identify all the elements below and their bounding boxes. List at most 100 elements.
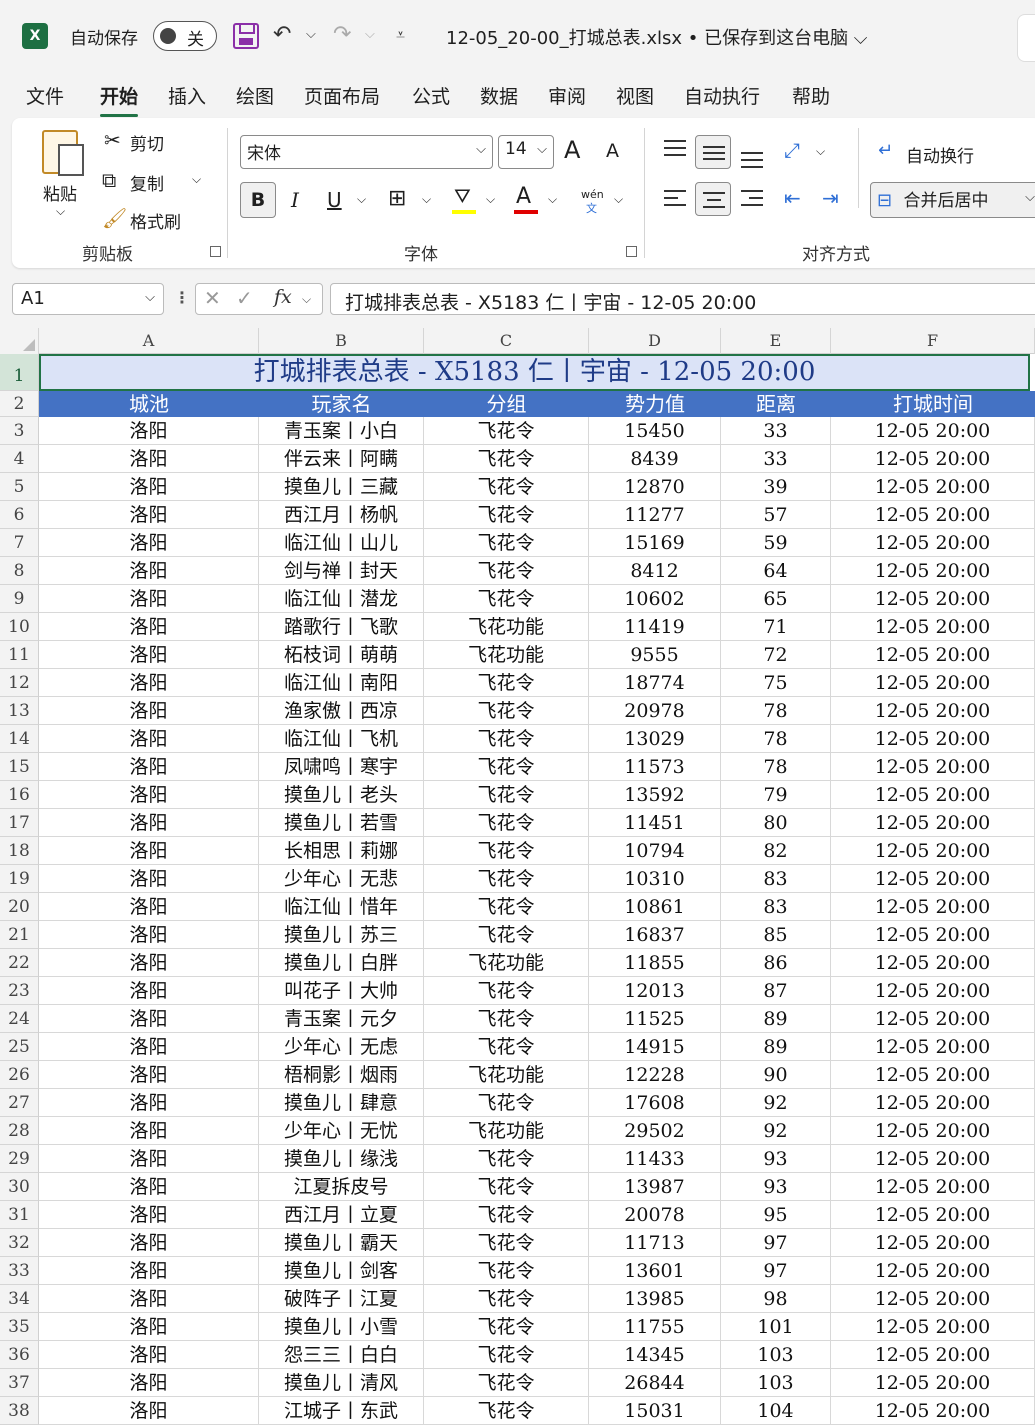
cell-city[interactable]: 洛阳	[39, 641, 259, 669]
tab-formulas[interactable]: 公式	[412, 82, 450, 109]
cell-power[interactable]: 12013	[589, 977, 721, 1005]
cell-city[interactable]: 洛阳	[39, 725, 259, 753]
cell-player[interactable]: 踏歌行丨飞歌	[259, 613, 424, 641]
header-cell-distance[interactable]: 距离	[721, 391, 831, 417]
cell-power[interactable]: 13985	[589, 1285, 721, 1313]
cell-player[interactable]: 少年心丨无虑	[259, 1033, 424, 1061]
row-header[interactable]: 26	[0, 1061, 39, 1089]
cell-time[interactable]: 12-05 20:00	[831, 1005, 1035, 1033]
cell-power[interactable]: 11419	[589, 613, 721, 641]
cell-city[interactable]: 洛阳	[39, 1033, 259, 1061]
cell-time[interactable]: 12-05 20:00	[831, 1257, 1035, 1285]
row-header[interactable]: 32	[0, 1229, 39, 1257]
undo-dropdown-icon[interactable]: ⌵	[306, 20, 316, 50]
cell-power[interactable]: 11855	[589, 949, 721, 977]
column-header-a[interactable]: A	[39, 328, 259, 354]
cell-distance[interactable]: 104	[721, 1397, 831, 1425]
cell-city[interactable]: 洛阳	[39, 1313, 259, 1341]
spreadsheet-grid[interactable]: ABCDEF 打城排表总表 - X5183 仁丨宇宙 - 12-05 20:00…	[0, 328, 1035, 1428]
cell-city[interactable]: 洛阳	[39, 1089, 259, 1117]
cell-player[interactable]: 伴云来丨阿瞒	[259, 445, 424, 473]
cell-power[interactable]: 13601	[589, 1257, 721, 1285]
cell-distance[interactable]: 39	[721, 473, 831, 501]
row-header[interactable]: 29	[0, 1145, 39, 1173]
cell-time[interactable]: 12-05 20:00	[831, 977, 1035, 1005]
cell-time[interactable]: 12-05 20:00	[831, 1117, 1035, 1145]
header-cell-city[interactable]: 城池	[39, 391, 259, 417]
scissors-icon[interactable]: ✂	[104, 128, 121, 152]
italic-button[interactable]: I	[291, 188, 299, 212]
cell-group[interactable]: 飞花令	[424, 1369, 589, 1397]
cell-group[interactable]: 飞花令	[424, 1005, 589, 1033]
format-painter-icon[interactable]: 🖌	[102, 206, 127, 230]
column-header-c[interactable]: C	[424, 328, 589, 354]
cell-time[interactable]: 12-05 20:00	[831, 417, 1035, 445]
row-header[interactable]: 3	[0, 417, 39, 445]
cell-group[interactable]: 飞花令	[424, 501, 589, 529]
align-center-icon[interactable]	[695, 182, 731, 216]
cell-time[interactable]: 12-05 20:00	[831, 1229, 1035, 1257]
confirm-icon[interactable]: ✓	[236, 286, 253, 310]
cell-city[interactable]: 洛阳	[39, 417, 259, 445]
cell-group[interactable]: 飞花令	[424, 1201, 589, 1229]
cell-player[interactable]: 西江月丨立夏	[259, 1201, 424, 1229]
phonetic-dropdown-icon[interactable]: ⌵	[614, 192, 623, 207]
cell-time[interactable]: 12-05 20:00	[831, 1061, 1035, 1089]
cell-distance[interactable]: 83	[721, 865, 831, 893]
cell-player[interactable]: 摸鱼儿丨小雪	[259, 1313, 424, 1341]
cell-city[interactable]: 洛阳	[39, 1285, 259, 1313]
wrap-text-button[interactable]: 自动换行	[906, 142, 974, 167]
cell-distance[interactable]: 92	[721, 1117, 831, 1145]
cell-distance[interactable]: 101	[721, 1313, 831, 1341]
cell-distance[interactable]: 89	[721, 1005, 831, 1033]
cell-group[interactable]: 飞花令	[424, 445, 589, 473]
align-right-icon[interactable]	[741, 190, 763, 210]
cell-player[interactable]: 叫花子丨大帅	[259, 977, 424, 1005]
customize-toolbar-icon[interactable]: ⩡	[396, 20, 405, 50]
cell-player[interactable]: 江城子丨东武	[259, 1397, 424, 1425]
insert-function-icon[interactable]: fx	[274, 286, 292, 308]
redo-icon[interactable]: ↷	[333, 20, 351, 50]
align-left-icon[interactable]	[664, 190, 686, 210]
cell-group[interactable]: 飞花令	[424, 669, 589, 697]
cell-group[interactable]: 飞花令	[424, 1229, 589, 1257]
cell-distance[interactable]: 33	[721, 445, 831, 473]
paste-icon[interactable]	[42, 130, 84, 176]
row-header[interactable]: 30	[0, 1173, 39, 1201]
cell-player[interactable]: 江夏拆皮号	[259, 1173, 424, 1201]
cell-power[interactable]: 14915	[589, 1033, 721, 1061]
header-cell-power[interactable]: 势力值	[589, 391, 721, 417]
cell-group[interactable]: 飞花令	[424, 417, 589, 445]
align-bottom-icon[interactable]	[741, 148, 763, 168]
cell-group[interactable]: 飞花功能	[424, 641, 589, 669]
cell-city[interactable]: 洛阳	[39, 1369, 259, 1397]
underline-button[interactable]: U	[327, 188, 342, 212]
cell-distance[interactable]: 78	[721, 725, 831, 753]
cell-player[interactable]: 渔家傲丨西凉	[259, 697, 424, 725]
autosave-toggle[interactable]: 关	[153, 21, 217, 51]
cell-power[interactable]: 8412	[589, 557, 721, 585]
grow-font-icon[interactable]: A	[564, 136, 580, 164]
cell-player[interactable]: 剑与禅丨封天	[259, 557, 424, 585]
cell-power[interactable]: 15450	[589, 417, 721, 445]
cell-player[interactable]: 摸鱼儿丨若雪	[259, 809, 424, 837]
cell-group[interactable]: 飞花令	[424, 1285, 589, 1313]
cell-group[interactable]: 飞花令	[424, 529, 589, 557]
cell-power[interactable]: 11755	[589, 1313, 721, 1341]
row-header[interactable]: 31	[0, 1201, 39, 1229]
cell-distance[interactable]: 86	[721, 949, 831, 977]
cell-group[interactable]: 飞花令	[424, 893, 589, 921]
cell-distance[interactable]: 97	[721, 1257, 831, 1285]
row-header[interactable]: 6	[0, 501, 39, 529]
cell-group[interactable]: 飞花令	[424, 585, 589, 613]
tab-view[interactable]: 视图	[616, 82, 654, 109]
cell-player[interactable]: 青玉案丨元夕	[259, 1005, 424, 1033]
cell-power[interactable]: 12870	[589, 473, 721, 501]
cell-city[interactable]: 洛阳	[39, 1341, 259, 1369]
cell-group[interactable]: 飞花令	[424, 921, 589, 949]
cell-time[interactable]: 12-05 20:00	[831, 1397, 1035, 1425]
cell-time[interactable]: 12-05 20:00	[831, 445, 1035, 473]
row-header[interactable]: 27	[0, 1089, 39, 1117]
cell-city[interactable]: 洛阳	[39, 557, 259, 585]
cell-city[interactable]: 洛阳	[39, 865, 259, 893]
